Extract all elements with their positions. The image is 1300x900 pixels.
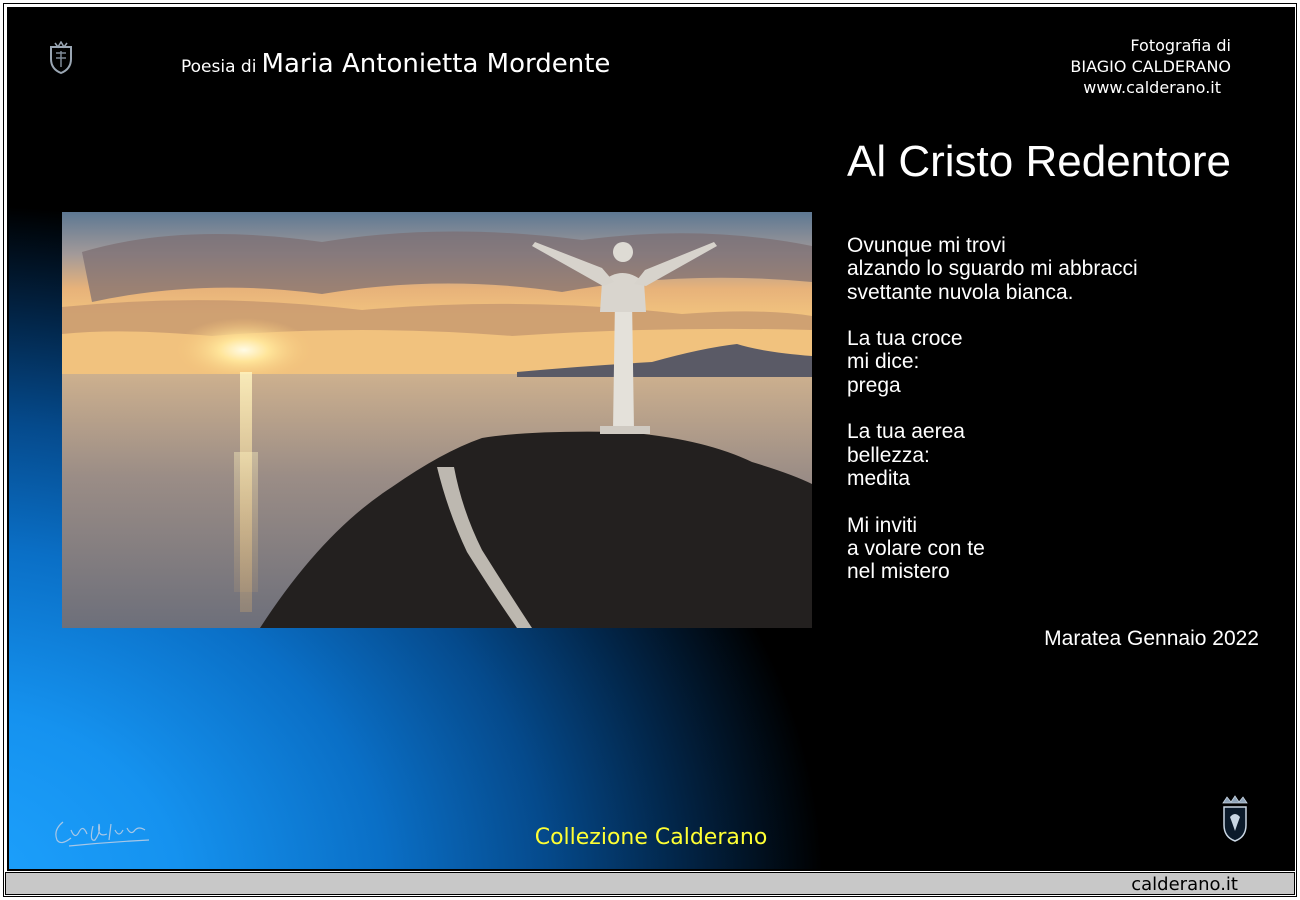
author-name: Maria Antonietta Mordente — [261, 49, 611, 79]
poem-title: Al Cristo Redentore — [847, 137, 1231, 186]
poem-line: La tua aerea — [847, 420, 965, 444]
poem-line: alzando lo sguardo mi abbracci — [847, 257, 1138, 281]
poster-panel: Poesia di Maria Antonietta Mordente Foto… — [7, 7, 1295, 871]
poem-line: La tua croce — [847, 327, 963, 351]
poem-line: prega — [847, 373, 901, 397]
statue-sunset-photo — [62, 212, 812, 628]
poem-stanza: La tua aerea bellezza: medita — [847, 420, 1138, 490]
poem-stanza: La tua croce mi dice: prega — [847, 327, 1138, 397]
collection-label: Collezione Calderano — [534, 825, 768, 850]
poem-line: medita — [847, 466, 911, 490]
poem-line: bellezza: — [847, 443, 930, 467]
footer-bar: calderano.it — [5, 872, 1295, 895]
poet-credit: Poesia di Maria Antonietta Mordente — [181, 49, 610, 79]
credit-website: www.calderano.it — [1083, 78, 1221, 97]
poem-line: a volare con te — [847, 536, 985, 560]
poem-line: svettante nuvola bianca. — [847, 280, 1074, 304]
poem-line: Mi inviti — [847, 513, 918, 537]
poem-stanza: Ovunque mi trovi alzando lo sguardo mi a… — [847, 234, 1138, 304]
footer-site-link[interactable]: calderano.it — [1131, 874, 1238, 895]
photographer-name: BIAGIO CALDERANO — [1070, 57, 1231, 76]
poem-line: mi dice: — [847, 350, 920, 374]
crest-icon — [50, 41, 72, 75]
poem-stanza: Mi inviti a volare con te nel mistero — [847, 514, 1138, 584]
poem-line: Ovunque mi trovi — [847, 234, 1006, 257]
poesia-prefix: Poesia di — [181, 57, 257, 77]
photo-credit: Fotografia di BIAGIO CALDERANO www.calde… — [1070, 35, 1231, 98]
poem-body: Ovunque mi trovi alzando lo sguardo mi a… — [847, 234, 1138, 607]
poem-line: nel mistero — [847, 560, 950, 584]
place-date: Maratea Gennaio 2022 — [1044, 627, 1259, 650]
coat-of-arms-icon — [1222, 795, 1248, 842]
credit-label: Fotografia di — [1130, 36, 1231, 55]
